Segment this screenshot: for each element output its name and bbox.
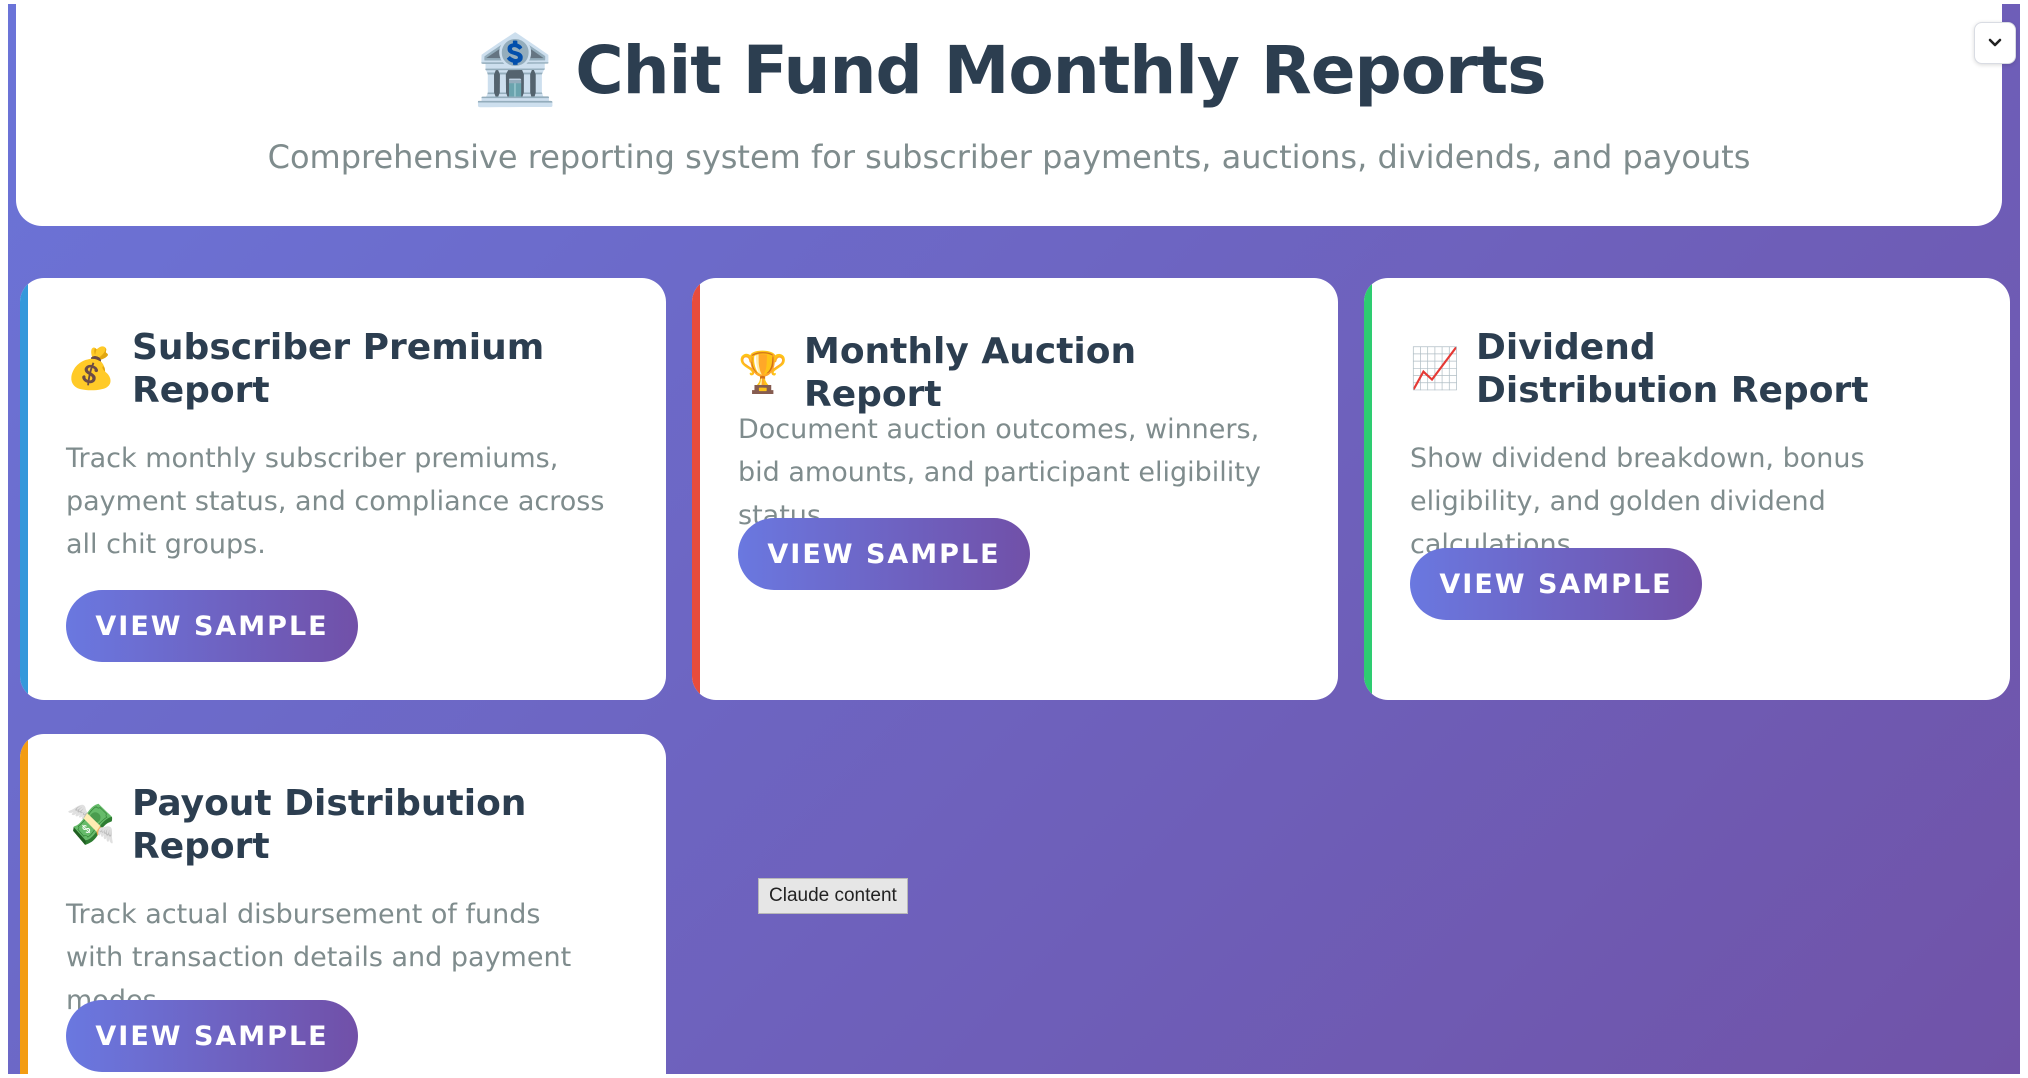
view-sample-button[interactable]: VIEW SAMPLE	[738, 518, 1030, 590]
report-card-payout-distribution: 💸 Payout Distribution Report Track actua…	[20, 734, 666, 1074]
card-accent-bar	[20, 734, 28, 1074]
card-title: Payout Distribution Report	[132, 783, 527, 867]
money-with-wings-icon: 💸	[66, 802, 116, 848]
card-description: Track monthly subscriber premiums, payme…	[66, 443, 605, 560]
report-card-subscriber-premium: 💰 Subscriber Premium Report Track monthl…	[20, 278, 666, 700]
card-title: Dividend Distribution Report	[1476, 327, 1869, 411]
card-title: Monthly Auction Report	[804, 331, 1137, 415]
card-header: 🏆 Monthly Auction Report	[738, 330, 1284, 416]
header-card: 🏦 Chit Fund Monthly Reports Comprehensiv…	[16, 4, 2002, 226]
card-accent-bar	[1364, 278, 1372, 700]
page-title: Chit Fund Monthly Reports	[575, 32, 1546, 109]
card-header: 💰 Subscriber Premium Report	[66, 326, 552, 412]
card-accent-bar	[692, 278, 700, 700]
view-sample-button[interactable]: VIEW SAMPLE	[1410, 548, 1702, 620]
page-subtitle: Comprehensive reporting system for subsc…	[267, 138, 1751, 176]
money-bag-icon: 💰	[66, 346, 116, 392]
app-viewport: 🏦 Chit Fund Monthly Reports Comprehensiv…	[8, 4, 2020, 1074]
view-sample-button[interactable]: VIEW SAMPLE	[66, 1000, 358, 1072]
collapse-button[interactable]	[1974, 22, 2016, 64]
card-description: Show dividend breakdown, bonus eligibili…	[1410, 443, 1865, 560]
card-accent-bar	[20, 278, 28, 700]
tooltip: Claude content	[758, 878, 908, 914]
trophy-icon: 🏆	[738, 350, 788, 396]
chevron-down-icon	[1988, 38, 2002, 47]
bank-icon: 🏦	[472, 30, 558, 110]
card-header: 📈 Dividend Distribution Report	[1410, 326, 1896, 412]
card-header: 💸 Payout Distribution Report	[66, 782, 552, 868]
report-card-dividend-distribution: 📈 Dividend Distribution Report Show divi…	[1364, 278, 2010, 700]
chart-increasing-icon: 📈	[1410, 346, 1460, 392]
page-title-row: 🏦 Chit Fund Monthly Reports	[16, 32, 2002, 109]
card-title: Subscriber Premium Report	[132, 327, 545, 411]
report-card-monthly-auction: 🏆 Monthly Auction Report Document auctio…	[692, 278, 1338, 700]
view-sample-button[interactable]: VIEW SAMPLE	[66, 590, 358, 662]
